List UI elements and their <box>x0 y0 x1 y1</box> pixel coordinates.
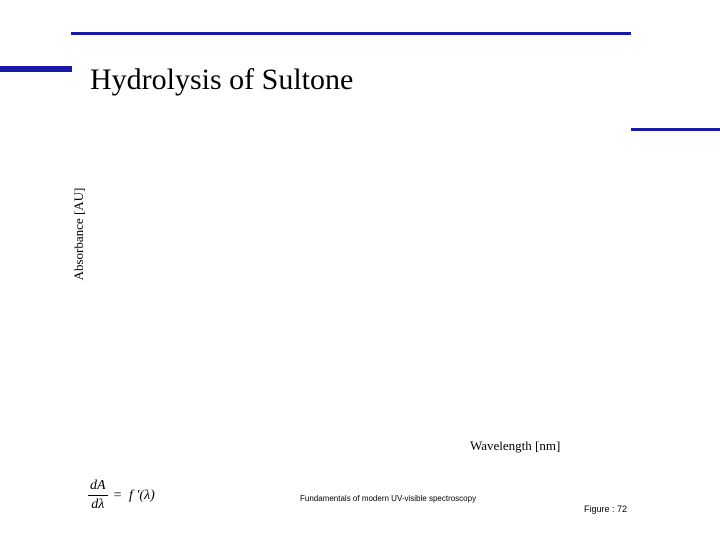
formula-rhs: = f ′(λ) <box>114 488 155 504</box>
x-axis-label: Wavelength [nm] <box>470 438 561 453</box>
formula-numerator: dA <box>88 478 108 496</box>
y-axis-label: Absorbance [AU] <box>71 187 86 281</box>
footer-figure-number: Figure : 72 <box>584 504 628 514</box>
right-accent-bar <box>631 128 720 131</box>
footer-source: Fundamentals of modern UV-visible spectr… <box>300 494 477 503</box>
left-accent-bar <box>0 66 72 72</box>
formula-denominator: dλ <box>91 497 105 512</box>
derivative-formula: dA dλ = f ′(λ) <box>88 478 155 513</box>
formula-function: f ′(λ) <box>128 487 155 503</box>
formula-fraction: dA dλ <box>88 478 108 513</box>
top-accent-bar <box>71 32 631 35</box>
slide-title: Hydrolysis of Sultone <box>90 63 354 96</box>
formula-equals: = <box>113 487 122 503</box>
